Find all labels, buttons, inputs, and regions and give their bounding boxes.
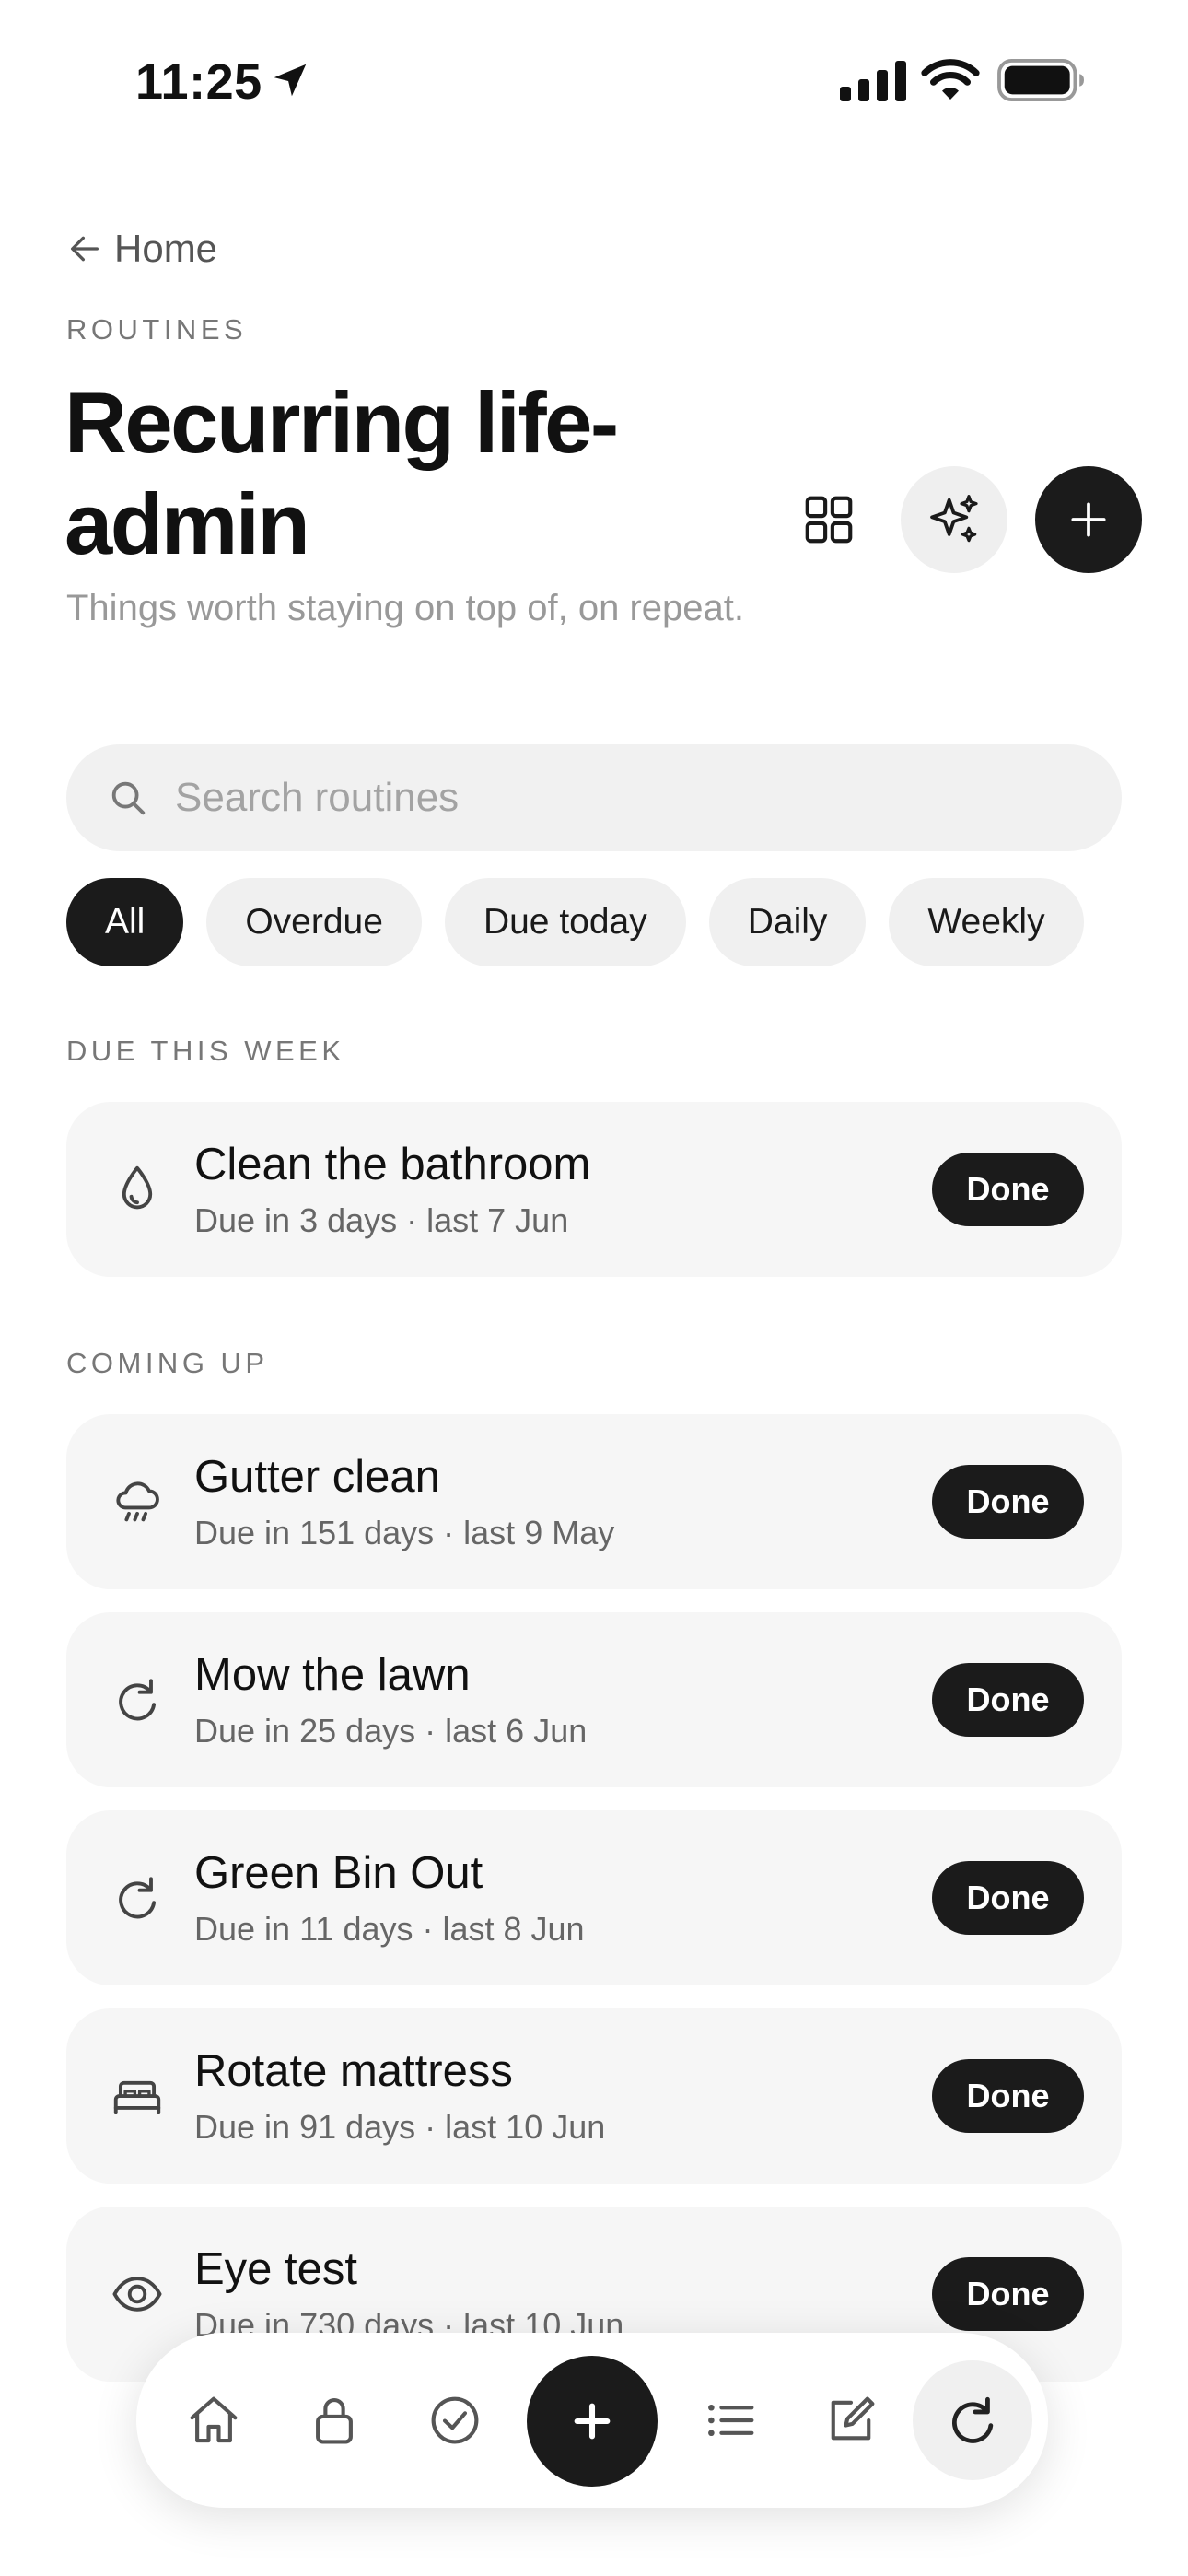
routine-meta: Due in 151 days · last 9 May [194, 1514, 615, 1551]
routine-title: Mow the lawn [194, 1650, 471, 1700]
tab-tasks[interactable] [414, 2380, 495, 2461]
routine-meta: Due in 25 days · last 6 Jun [194, 1712, 588, 1750]
section-label-coming-up: COMING UP [66, 1347, 269, 1379]
list-icon [708, 2404, 754, 2437]
page-subtitle: Things worth staying on top of, on repea… [66, 588, 744, 628]
home-icon [190, 2396, 238, 2443]
search-input[interactable] [175, 775, 1004, 821]
filter-chip-due-today[interactable]: Due today [444, 878, 686, 966]
battery-icon [997, 59, 1084, 101]
header-actions [792, 466, 1142, 573]
routine-title: Green Bin Out [194, 1848, 483, 1898]
routine-card[interactable]: Green Bin Out Due in 11 days · last 8 Ju… [66, 1810, 1122, 1985]
done-button[interactable]: Done [932, 2257, 1084, 2331]
routine-title: Rotate mattress [194, 2046, 513, 2096]
cellular-signal-icon [840, 61, 906, 101]
search-icon [111, 781, 146, 815]
tab-add-button[interactable] [527, 2356, 658, 2487]
routine-card[interactable]: Clean the bathroom Due in 3 days · last … [66, 1102, 1122, 1277]
routine-card[interactable]: Rotate mattress Due in 91 days · last 10… [66, 2008, 1122, 2184]
section-eyebrow: ROUTINES [66, 313, 248, 345]
back-link-label: Home [114, 227, 218, 270]
status-bar: 11:25 [0, 0, 1188, 157]
routine-title: Eye test [194, 2244, 358, 2294]
eye-icon [112, 2277, 162, 2312]
routine-title: Clean the bathroom [194, 1140, 591, 1189]
filter-chip-daily[interactable]: Daily [708, 878, 867, 966]
refresh-icon [119, 1877, 157, 1919]
done-button[interactable]: Done [932, 1663, 1084, 1737]
tab-home[interactable] [173, 2380, 254, 2461]
bottom-tab-bar [136, 2333, 1048, 2508]
check-circle-icon [431, 2396, 479, 2444]
done-button[interactable]: Done [932, 1153, 1084, 1226]
tab-lists[interactable] [690, 2380, 771, 2461]
plus-icon [1071, 502, 1106, 537]
routine-meta: Due in 11 days · last 8 Jun [194, 1910, 585, 1948]
search-bar[interactable] [66, 744, 1122, 851]
location-arrow-icon [274, 64, 307, 97]
done-button[interactable]: Done [932, 1861, 1084, 1935]
water-drop-icon [122, 1165, 153, 1210]
tab-routines[interactable] [913, 2360, 1032, 2480]
add-routine-button[interactable] [1035, 466, 1142, 573]
plus-icon [574, 2403, 611, 2440]
routine-card[interactable]: Gutter clean Due in 151 days · last 9 Ma… [66, 1414, 1122, 1589]
grid-view-button[interactable] [792, 483, 866, 556]
edit-icon [831, 2396, 875, 2441]
back-link[interactable]: Home [66, 227, 217, 271]
bed-icon [113, 2080, 161, 2115]
sparkles-icon [930, 495, 978, 543]
status-time: 11:25 [135, 54, 262, 110]
rain-cloud-icon [116, 1481, 159, 1522]
tab-vault[interactable] [294, 2380, 375, 2461]
refresh-icon [119, 1679, 157, 1721]
grid-icon [805, 496, 853, 544]
lock-icon [316, 2397, 353, 2444]
routine-title: Gutter clean [194, 1452, 440, 1502]
filter-chips: All Overdue Due today Daily Weekly [66, 878, 1084, 966]
filter-chip-overdue[interactable]: Overdue [206, 878, 422, 966]
ai-suggest-button[interactable] [901, 466, 1007, 573]
filter-chip-all[interactable]: All [66, 878, 184, 966]
routine-meta: Due in 3 days · last 7 Jun [194, 1201, 569, 1239]
wifi-icon [921, 59, 980, 100]
tab-notes[interactable] [810, 2380, 891, 2461]
routine-card[interactable]: Mow the lawn Due in 25 days · last 6 Jun… [66, 1612, 1122, 1787]
done-button[interactable]: Done [932, 2059, 1084, 2133]
page-title: Recurring life-admin [64, 374, 619, 572]
filter-chip-weekly[interactable]: Weekly [889, 878, 1084, 966]
done-button[interactable]: Done [932, 1465, 1084, 1539]
arrow-left-icon [71, 236, 99, 262]
refresh-icon [952, 2396, 994, 2443]
section-label-due-this-week: DUE THIS WEEK [66, 1035, 345, 1067]
routine-meta: Due in 91 days · last 10 Jun [194, 2108, 606, 2146]
